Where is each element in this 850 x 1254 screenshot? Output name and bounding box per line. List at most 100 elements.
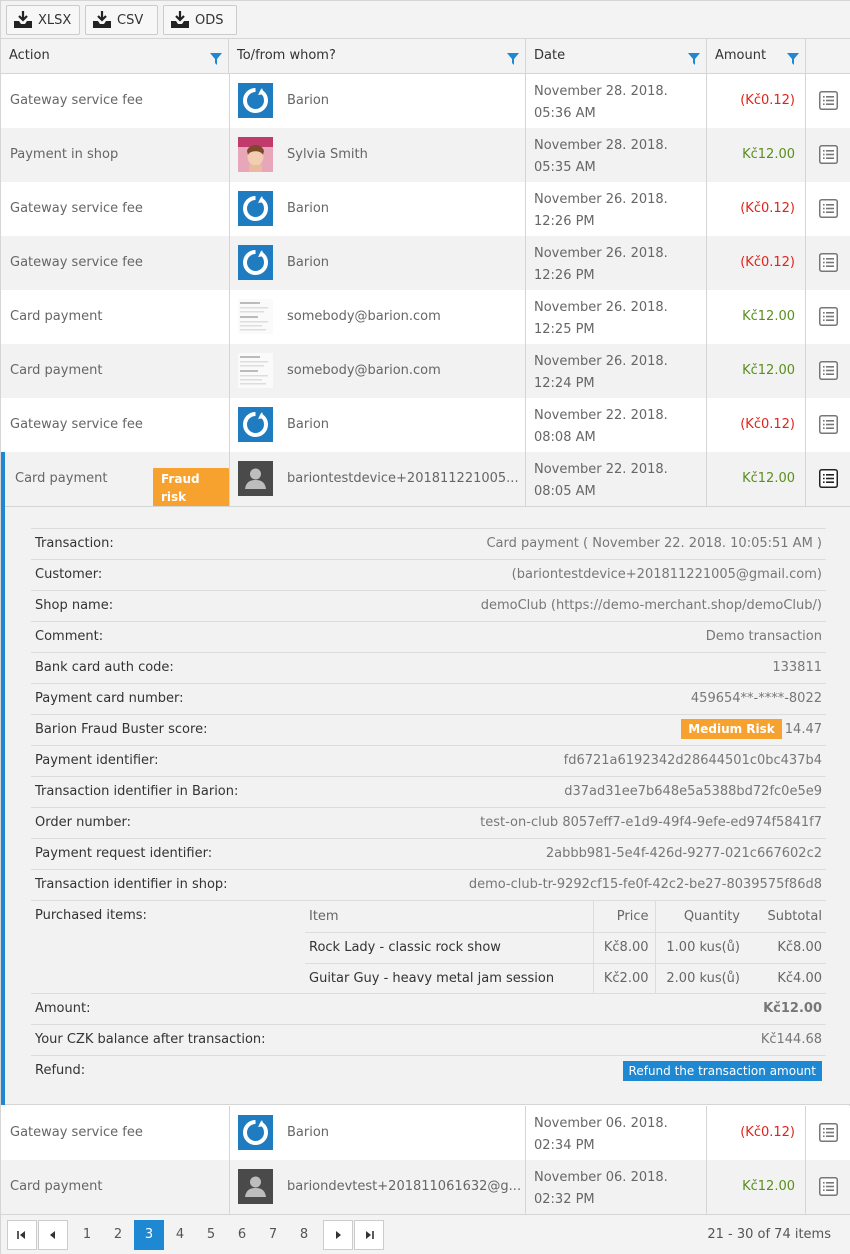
filter-icon[interactable] (688, 53, 700, 65)
details-button[interactable] (806, 1106, 850, 1160)
table-row[interactable]: Payment in shop Sylvia Smith November 28. … (1, 128, 850, 182)
detail-value-wrap: Medium Risk 14.47 (681, 715, 822, 745)
detail-value: 14.47 (784, 722, 822, 737)
pager-page[interactable]: 5 (196, 1220, 226, 1250)
details-button[interactable] (806, 452, 850, 506)
counterparty-cell: Barion (229, 74, 526, 128)
export-csv-button[interactable]: CSV (85, 5, 158, 35)
export-xlsx-button[interactable]: XLSX (6, 5, 80, 35)
filter-icon[interactable] (210, 53, 222, 65)
amount-cell: (Kč0.12) (707, 236, 806, 290)
pager-page[interactable]: 6 (227, 1220, 257, 1250)
counterparty-name: Barion (287, 201, 330, 216)
detail-row: Payment request identifier: 2abbb981-5e4f… (31, 838, 826, 869)
pager-prev-button[interactable] (38, 1220, 68, 1250)
pager-last-button[interactable] (354, 1220, 384, 1250)
details-button[interactable] (806, 290, 850, 344)
download-icon (14, 11, 32, 28)
purchased-items-table: Item Price Quantity Subtotal Rock Lady -… (305, 901, 826, 994)
detail-value-wrap: 459654**-****-8022 (691, 684, 822, 714)
refund-button[interactable]: Refund the transaction amount (622, 1061, 822, 1081)
amount-cell: Kč12.00 (707, 128, 806, 182)
barion-logo-icon (238, 245, 273, 280)
details-button[interactable] (806, 344, 850, 398)
pager-first-button[interactable] (7, 1220, 37, 1250)
amount-text: (Kč0.12) (740, 1125, 795, 1140)
table-row[interactable]: Gateway service fee Barion November 22. 20… (1, 398, 850, 452)
table-row-selected[interactable]: Card payment Fraud risk bariontestdevice+2… (1, 452, 850, 508)
action-cell: Gateway service fee (1, 1106, 229, 1160)
barion-logo-icon (238, 191, 273, 226)
details-button[interactable] (806, 236, 850, 290)
date-text: November 06. 2018. 02:34 PM (534, 1116, 668, 1153)
details-button[interactable] (806, 1160, 850, 1214)
detail-label: Bank card auth code: (35, 660, 174, 675)
details-button[interactable] (806, 74, 850, 128)
item-qty: 1.00 kus(ů) (655, 931, 750, 963)
barion-logo-icon (238, 83, 273, 118)
column-header-action[interactable]: Action (1, 39, 229, 74)
detail-value-wrap: demoClub (https://demo-merchant.shop/dem… (481, 591, 822, 621)
detail-value: 459654**-****-8022 (690, 691, 822, 706)
export-toolbar: XLSX CSV ODS (1, 1, 850, 39)
column-header-date[interactable]: Date (526, 39, 707, 74)
pager-page-current[interactable]: 3 (134, 1220, 164, 1250)
item-name: Guitar Guy - heavy metal jam session (305, 962, 594, 994)
table-row[interactable]: Card payment bariondevtest+201811061632@g… (1, 1160, 850, 1214)
detail-row: Transaction identifier in Barion: d37ad31… (31, 776, 826, 807)
purchased-items-label: Purchased items: (35, 908, 147, 923)
table-row[interactable]: Card payment somebody@barion.com November … (1, 290, 850, 344)
pager-page[interactable]: 8 (289, 1220, 319, 1250)
details-button[interactable] (806, 398, 850, 452)
detail-label: Order number: (35, 815, 131, 830)
export-ods-button[interactable]: ODS (163, 5, 237, 35)
items-header-qty: Quantity (683, 908, 740, 924)
detail-value-wrap: (bariontestdevice+201811221005@gmail.com… (512, 560, 822, 590)
date-cell: November 28. 2018. 05:36 AM (526, 74, 707, 128)
column-header-amount[interactable]: Amount (707, 39, 806, 74)
pager-page[interactable]: 2 (103, 1220, 133, 1250)
table-row[interactable]: Card payment somebody@barion.com November … (1, 344, 850, 398)
counterparty-cell: Barion (229, 1106, 526, 1160)
detail-value-wrap: d37ad31ee7b648e5a5388bd72fc0e5e9 (564, 777, 822, 807)
detail-label: Shop name: (35, 598, 114, 613)
action-text: Gateway service fee (10, 93, 143, 108)
filter-icon[interactable] (787, 53, 799, 65)
filter-icon[interactable] (507, 53, 519, 65)
details-list-icon (819, 91, 838, 110)
amount-cell: Kč12.00 (707, 1160, 806, 1214)
detail-value: Demo transaction (705, 629, 822, 644)
detail-row: Barion Fraud Buster score: Medium Risk 14.… (31, 714, 826, 745)
detail-balance-value: Kč144.68 (760, 1032, 822, 1047)
details-list-icon (819, 415, 838, 434)
first-page-icon (17, 1231, 25, 1239)
item-subtotal: Kč8.00 (750, 931, 826, 963)
table-row[interactable]: Gateway service fee Barion November 06. 20… (1, 1106, 850, 1160)
table-row[interactable]: Gateway service fee Barion November 26. 20… (1, 236, 850, 290)
details-list-icon (819, 199, 838, 218)
counterparty-cell: Barion (229, 236, 526, 290)
table-row[interactable]: Gateway service fee Barion November 26. 20… (1, 182, 850, 236)
details-button[interactable] (806, 182, 850, 236)
column-header-details (806, 39, 850, 74)
next-page-icon (336, 1231, 341, 1239)
table-row[interactable]: Gateway service fee Barion November 28. 20… (1, 74, 850, 128)
pager-next-button[interactable] (323, 1220, 353, 1250)
counterparty-name: somebody@barion.com (287, 309, 441, 324)
details-button[interactable] (806, 128, 850, 182)
counterparty-name: Barion (287, 1125, 330, 1140)
date-cell: November 26. 2018. 12:25 PM (526, 290, 707, 344)
amount-text: (Kč0.12) (740, 201, 795, 216)
column-header-who[interactable]: To/from whom? (229, 39, 526, 74)
pager-page[interactable]: 1 (72, 1220, 102, 1250)
date-text: November 22. 2018. 08:05 AM (534, 462, 668, 499)
pager-page[interactable]: 4 (165, 1220, 195, 1250)
pager-page[interactable]: 7 (258, 1220, 288, 1250)
items-header-subtotal: Subtotal (767, 908, 822, 924)
detail-label: Comment: (35, 629, 104, 644)
item-subtotal: Kč4.00 (750, 962, 826, 994)
details-list-icon (819, 469, 838, 488)
action-text: Card payment (15, 471, 108, 486)
action-cell: Gateway service fee (1, 398, 229, 452)
detail-value-wrap: 133811 (772, 653, 822, 683)
